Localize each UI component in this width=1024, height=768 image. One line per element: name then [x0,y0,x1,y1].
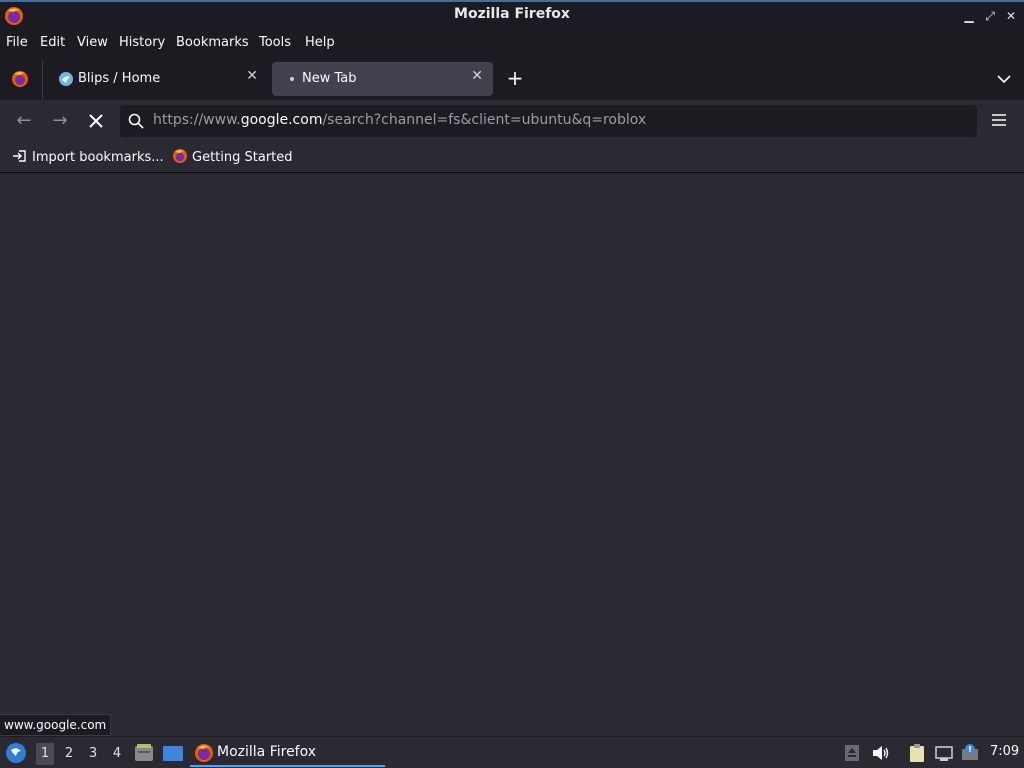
loading-dot-icon [290,77,294,81]
url-host: google.com [240,112,323,128]
tab-label: New Tab [302,71,357,86]
import-bookmarks-item[interactable]: Import bookmarks... [12,148,164,165]
eject-icon[interactable] [842,743,862,763]
workspace-4[interactable]: 4 [108,743,126,765]
tab-blips-home[interactable]: Blips / Home ✕ [46,62,268,96]
blips-bird-icon [59,72,73,86]
url-prefix: https://www. [153,112,241,128]
menu-view[interactable]: View [77,35,108,50]
getting-started-label: Getting Started [192,150,293,165]
forward-arrow-icon[interactable]: → [49,110,71,132]
close-tab-icon[interactable]: ✕ [246,68,258,84]
tab-new-tab[interactable]: New Tab ✕ [272,62,493,96]
workspace-1[interactable]: 1 [36,743,54,765]
taskbar-task-label: Mozilla Firefox [217,744,317,760]
network-icon[interactable] [934,743,954,763]
chevron-down-icon[interactable] [994,70,1014,88]
bookmarks-toolbar: Import bookmarks... Getting Started [0,142,1024,172]
stop-loading-icon[interactable] [85,110,107,132]
clipboard-icon[interactable] [907,743,927,763]
import-bookmarks-label: Import bookmarks... [32,150,164,165]
workspace-2[interactable]: 2 [60,743,78,765]
tab-separator [42,60,43,100]
window-title: Mozilla Firefox [454,6,570,22]
page-content[interactable] [0,173,1024,736]
system-taskbar: 1 2 3 4 Mozilla Firefox 7:09 [0,736,1024,768]
back-arrow-icon[interactable]: ← [13,110,35,132]
menu-help[interactable]: Help [305,35,335,50]
tab-bar: Blips / Home ✕ New Tab ✕ + [0,58,1024,100]
menu-history[interactable]: History [119,35,165,50]
hamburger-menu-icon[interactable] [991,113,1007,127]
desktop-icon[interactable] [162,742,184,764]
tab-label: Blips / Home [78,71,161,86]
volume-icon[interactable] [870,743,890,763]
menu-bar: File Edit View History Bookmarks Tools H… [0,30,1024,58]
menu-bookmarks[interactable]: Bookmarks [176,35,249,50]
taskbar-firefox-task[interactable]: Mozilla Firefox [190,739,385,767]
menu-edit[interactable]: Edit [40,35,65,50]
close-window-button[interactable]: ✕ [1002,7,1020,25]
status-link-tooltip: www.google.com [0,714,112,736]
minimize-button[interactable]: ▁ [960,7,978,25]
firefox-view-icon[interactable] [10,69,30,89]
clock: 7:09 [990,744,1020,759]
window-titlebar: Mozilla Firefox ▁ ⤢ ✕ [0,0,1024,30]
firefox-icon [195,744,213,762]
menu-tools[interactable]: Tools [259,35,291,50]
search-icon [128,113,144,129]
close-tab-icon[interactable]: ✕ [471,68,483,84]
import-icon [13,150,26,162]
navigation-toolbar: ← → https://www.google.com/search?channe… [0,100,1024,142]
firefox-icon [173,149,187,163]
url-text[interactable]: https://www.google.com/search?channel=fs… [153,112,646,128]
file-manager-icon[interactable] [133,742,155,764]
start-menu-icon[interactable] [5,742,27,764]
new-tab-plus-icon[interactable]: + [505,68,525,88]
menu-file[interactable]: File [6,35,28,50]
getting-started-bookmark[interactable]: Getting Started [172,148,293,165]
workspace-3[interactable]: 3 [84,743,102,765]
url-path: /search?channel=fs&client=ubuntu&q=roblo… [322,112,647,128]
notification-icon[interactable] [960,743,980,763]
url-bar[interactable]: https://www.google.com/search?channel=fs… [120,105,977,137]
maximize-button[interactable]: ⤢ [981,7,999,25]
